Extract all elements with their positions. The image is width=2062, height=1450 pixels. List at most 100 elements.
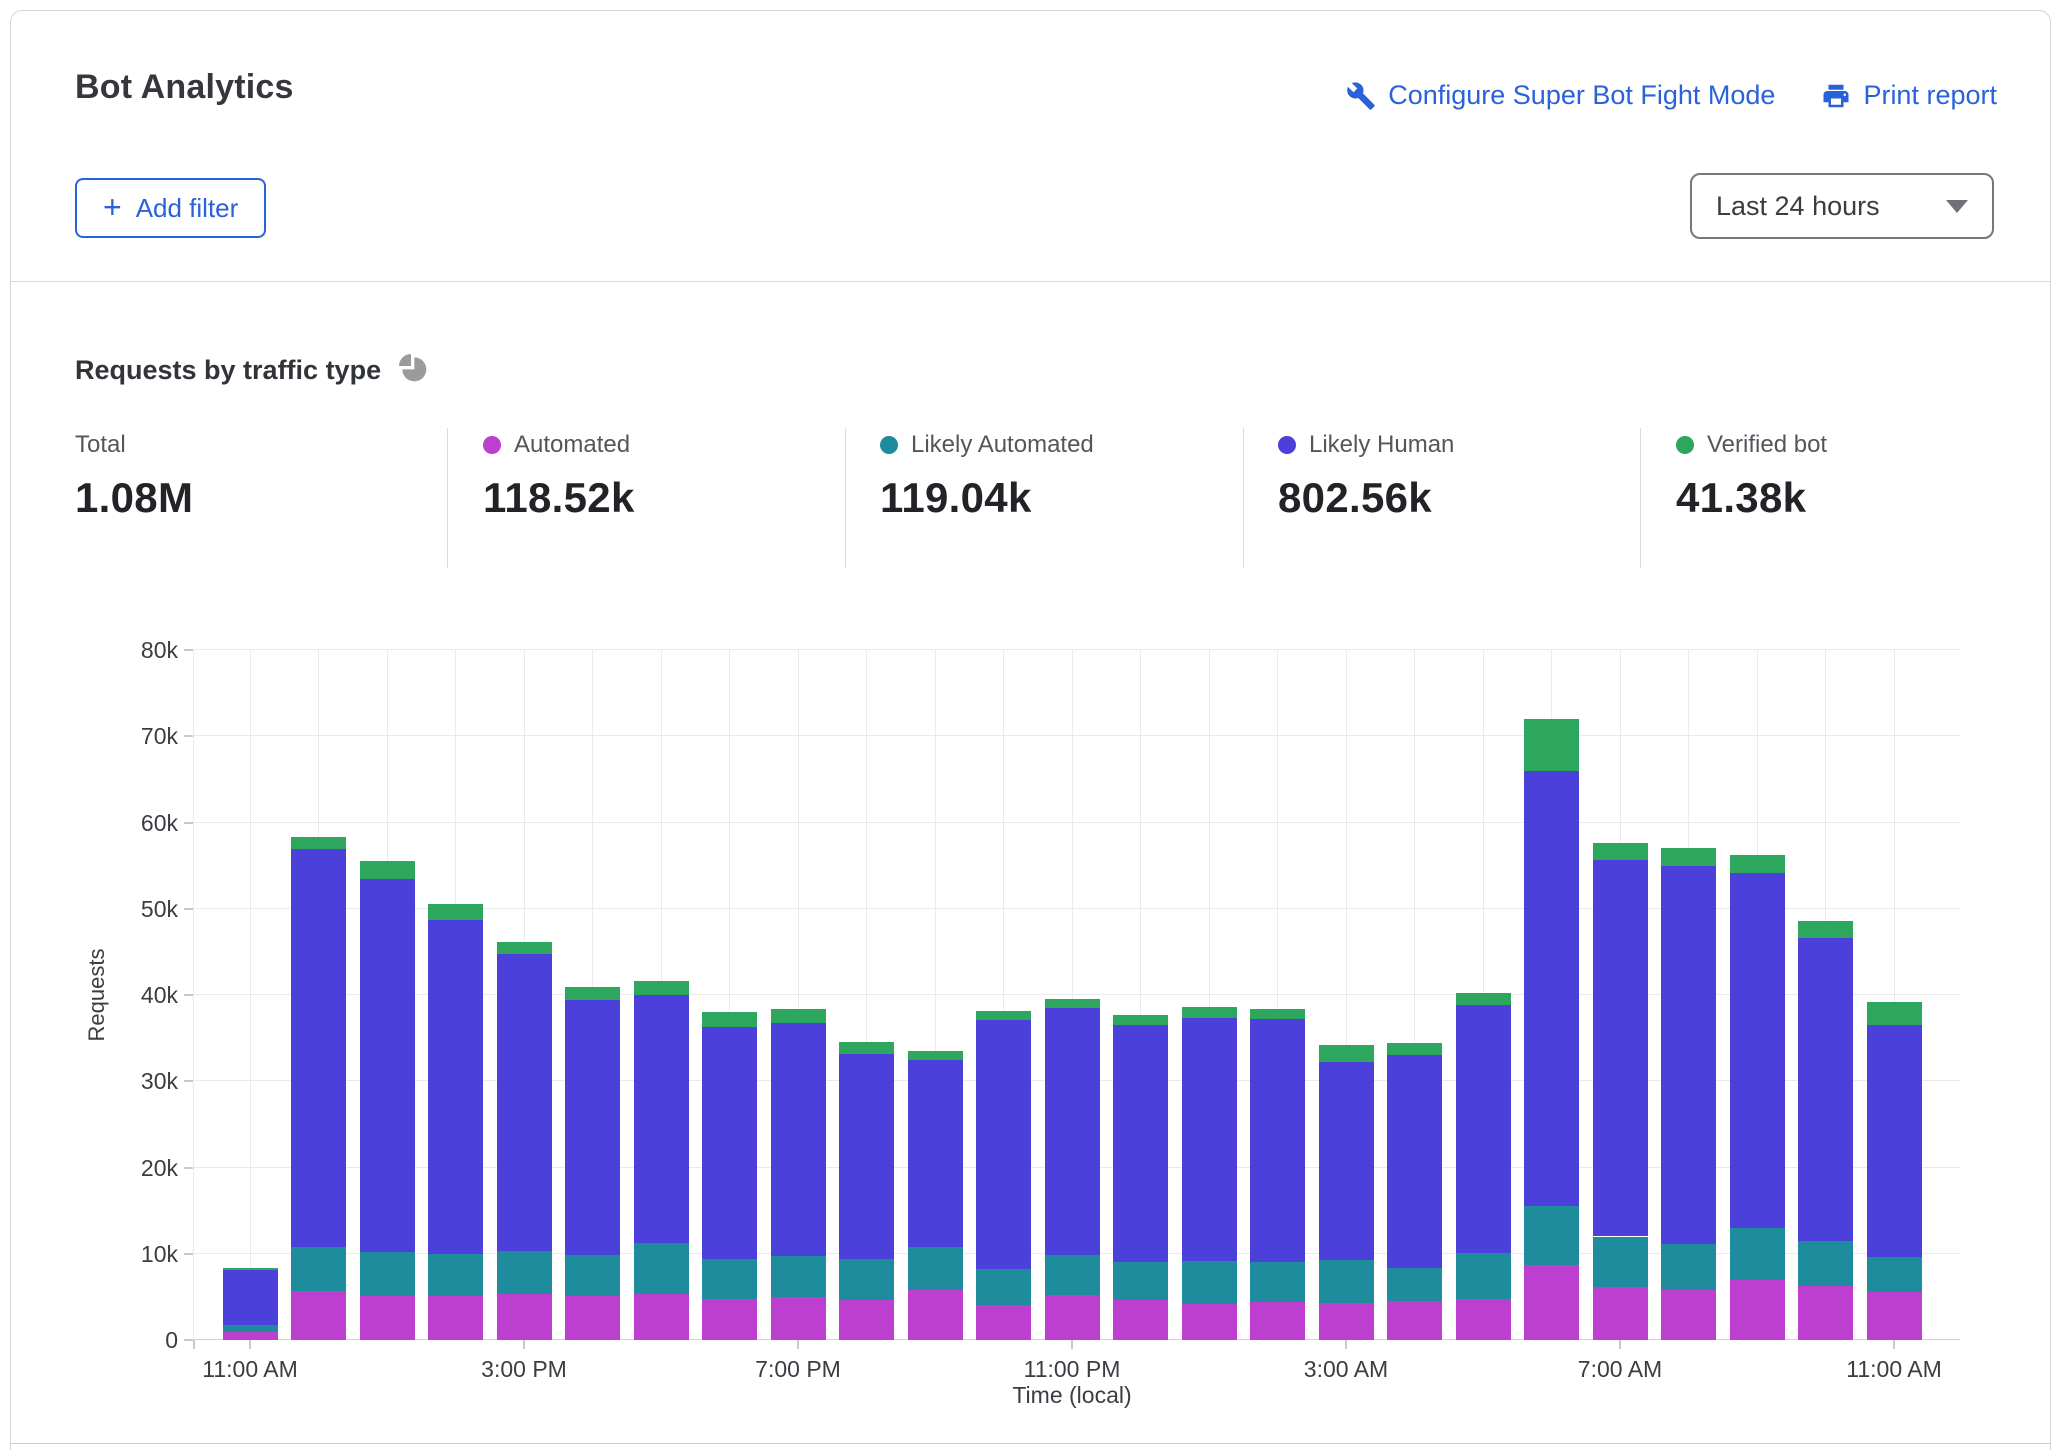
- bar-segment-likely-human: [497, 954, 552, 1251]
- chevron-down-icon: [1946, 200, 1968, 213]
- bar-segment-verified-bot: [702, 1012, 757, 1027]
- section-title: Requests by traffic type: [75, 352, 429, 389]
- bar-segment-verified-bot: [976, 1011, 1031, 1020]
- h-gridline: [193, 735, 1960, 736]
- bar-segment-likely-automated: [1867, 1257, 1922, 1292]
- bar-segment-automated: [1593, 1287, 1648, 1340]
- bar-segment-likely-automated: [1182, 1261, 1237, 1304]
- bar-segment-likely-human: [1250, 1019, 1305, 1262]
- stat-verified-bot: Verified bot 41.38k: [1676, 432, 1827, 522]
- stat-automated-value: 118.52k: [483, 474, 635, 522]
- x-tick-mark: [797, 1340, 799, 1349]
- bar-segment-likely-automated: [428, 1254, 483, 1296]
- stat-divider: [447, 428, 448, 568]
- bar-segment-verified-bot: [1456, 993, 1511, 1005]
- bar-segment-verified-bot: [908, 1051, 963, 1060]
- bar-segment-verified-bot: [634, 981, 689, 995]
- page-title: Bot Analytics: [75, 68, 294, 107]
- y-tick-mark: [184, 735, 193, 737]
- y-axis-line: [193, 650, 194, 1340]
- bar-segment-automated: [1456, 1299, 1511, 1340]
- bar-segment-likely-automated: [1456, 1253, 1511, 1300]
- bar-segment-automated: [1387, 1301, 1442, 1340]
- bar-segment-verified-bot: [771, 1009, 826, 1024]
- bar-segment-automated: [1798, 1286, 1853, 1340]
- plus-icon: +: [103, 191, 122, 223]
- y-tick-label: 40k: [98, 982, 178, 1009]
- bar-segment-likely-automated: [360, 1252, 415, 1296]
- time-range-value: Last 24 hours: [1716, 191, 1880, 222]
- x-tick-label: 11:00 AM: [202, 1356, 297, 1383]
- y-tick-label: 0: [98, 1327, 178, 1354]
- bar-segment-automated: [1113, 1300, 1168, 1340]
- bar-segment-likely-automated: [565, 1255, 620, 1296]
- stat-automated-label: Automated: [514, 431, 630, 459]
- x-tick-mark: [1619, 1340, 1621, 1349]
- bar-segment-likely-automated: [1319, 1260, 1374, 1303]
- bar-segment-verified-bot: [565, 987, 620, 1000]
- bar-segment-verified-bot: [839, 1042, 894, 1053]
- bar-segment-likely-automated: [1593, 1237, 1648, 1288]
- bar-segment-likely-human: [1456, 1005, 1511, 1253]
- stat-divider: [1640, 428, 1641, 568]
- bar-segment-verified-bot: [1250, 1009, 1305, 1019]
- bar-segment-automated: [360, 1296, 415, 1340]
- bar-segment-likely-automated: [1113, 1262, 1168, 1300]
- bar-segment-automated: [839, 1300, 894, 1340]
- likely-human-legend-dot-icon: [1278, 436, 1296, 454]
- bar-segment-likely-automated: [1730, 1228, 1785, 1281]
- bar-segment-verified-bot: [1730, 855, 1785, 872]
- pie-chart-icon: [397, 352, 429, 389]
- x-tick-label: 3:00 PM: [481, 1356, 567, 1383]
- y-tick-mark: [184, 908, 193, 910]
- section-bottom-divider: [11, 1443, 2051, 1444]
- bar-segment-verified-bot: [223, 1268, 278, 1271]
- x-tick-mark: [1345, 1340, 1347, 1349]
- bar-segment-automated: [291, 1291, 346, 1340]
- y-tick-label: 60k: [98, 810, 178, 837]
- bar-segment-automated: [565, 1296, 620, 1340]
- bar-segment-likely-automated: [1250, 1262, 1305, 1302]
- bar-segment-likely-human: [1661, 866, 1716, 1244]
- y-tick-label: 30k: [98, 1068, 178, 1095]
- bar-segment-likely-human: [1182, 1018, 1237, 1260]
- bar-segment-likely-automated: [291, 1247, 346, 1291]
- bar-segment-likely-human: [976, 1020, 1031, 1269]
- x-tick-label: 7:00 AM: [1578, 1356, 1662, 1383]
- stat-total: Total 1.08M: [75, 432, 193, 522]
- x-tick-label: 11:00 AM: [1846, 1356, 1941, 1383]
- bar-segment-likely-automated: [634, 1243, 689, 1294]
- printer-icon: [1821, 81, 1851, 111]
- bar-segment-likely-automated: [1524, 1206, 1579, 1265]
- bar-segment-verified-bot: [291, 837, 346, 849]
- y-tick-mark: [184, 1167, 193, 1169]
- stat-likely-automated-label: Likely Automated: [911, 431, 1094, 459]
- time-range-select[interactable]: Last 24 hours: [1690, 173, 1994, 239]
- bar-segment-likely-automated: [771, 1256, 826, 1297]
- bar-segment-verified-bot: [1593, 843, 1648, 860]
- stat-verified-bot-label: Verified bot: [1707, 431, 1827, 459]
- print-link-label: Print report: [1863, 80, 1997, 111]
- bar-segment-automated: [1182, 1304, 1237, 1340]
- bar-segment-automated: [1661, 1290, 1716, 1340]
- bar-segment-automated: [634, 1294, 689, 1340]
- bar-segment-likely-human: [1730, 873, 1785, 1228]
- bar-segment-verified-bot: [1182, 1007, 1237, 1018]
- bar-segment-likely-human: [1319, 1062, 1374, 1260]
- wrench-icon: [1346, 81, 1376, 111]
- bar-segment-automated: [771, 1297, 826, 1340]
- bar-segment-likely-human: [1045, 1008, 1100, 1255]
- y-tick-label: 70k: [98, 723, 178, 750]
- stat-likely-human: Likely Human 802.56k: [1278, 432, 1454, 522]
- bar-segment-verified-bot: [1524, 719, 1579, 771]
- y-tick-mark: [184, 1339, 193, 1341]
- configure-super-bot-fight-mode-link[interactable]: Configure Super Bot Fight Mode: [1346, 80, 1775, 111]
- x-tick-label: 3:00 AM: [1304, 1356, 1388, 1383]
- stat-likely-automated-value: 119.04k: [880, 474, 1094, 522]
- bar-segment-automated: [1730, 1280, 1785, 1340]
- y-tick-mark: [184, 649, 193, 651]
- print-report-link[interactable]: Print report: [1821, 80, 1997, 111]
- y-tick-label: 10k: [98, 1241, 178, 1268]
- add-filter-button[interactable]: + Add filter: [75, 178, 266, 238]
- stat-total-value: 1.08M: [75, 474, 193, 522]
